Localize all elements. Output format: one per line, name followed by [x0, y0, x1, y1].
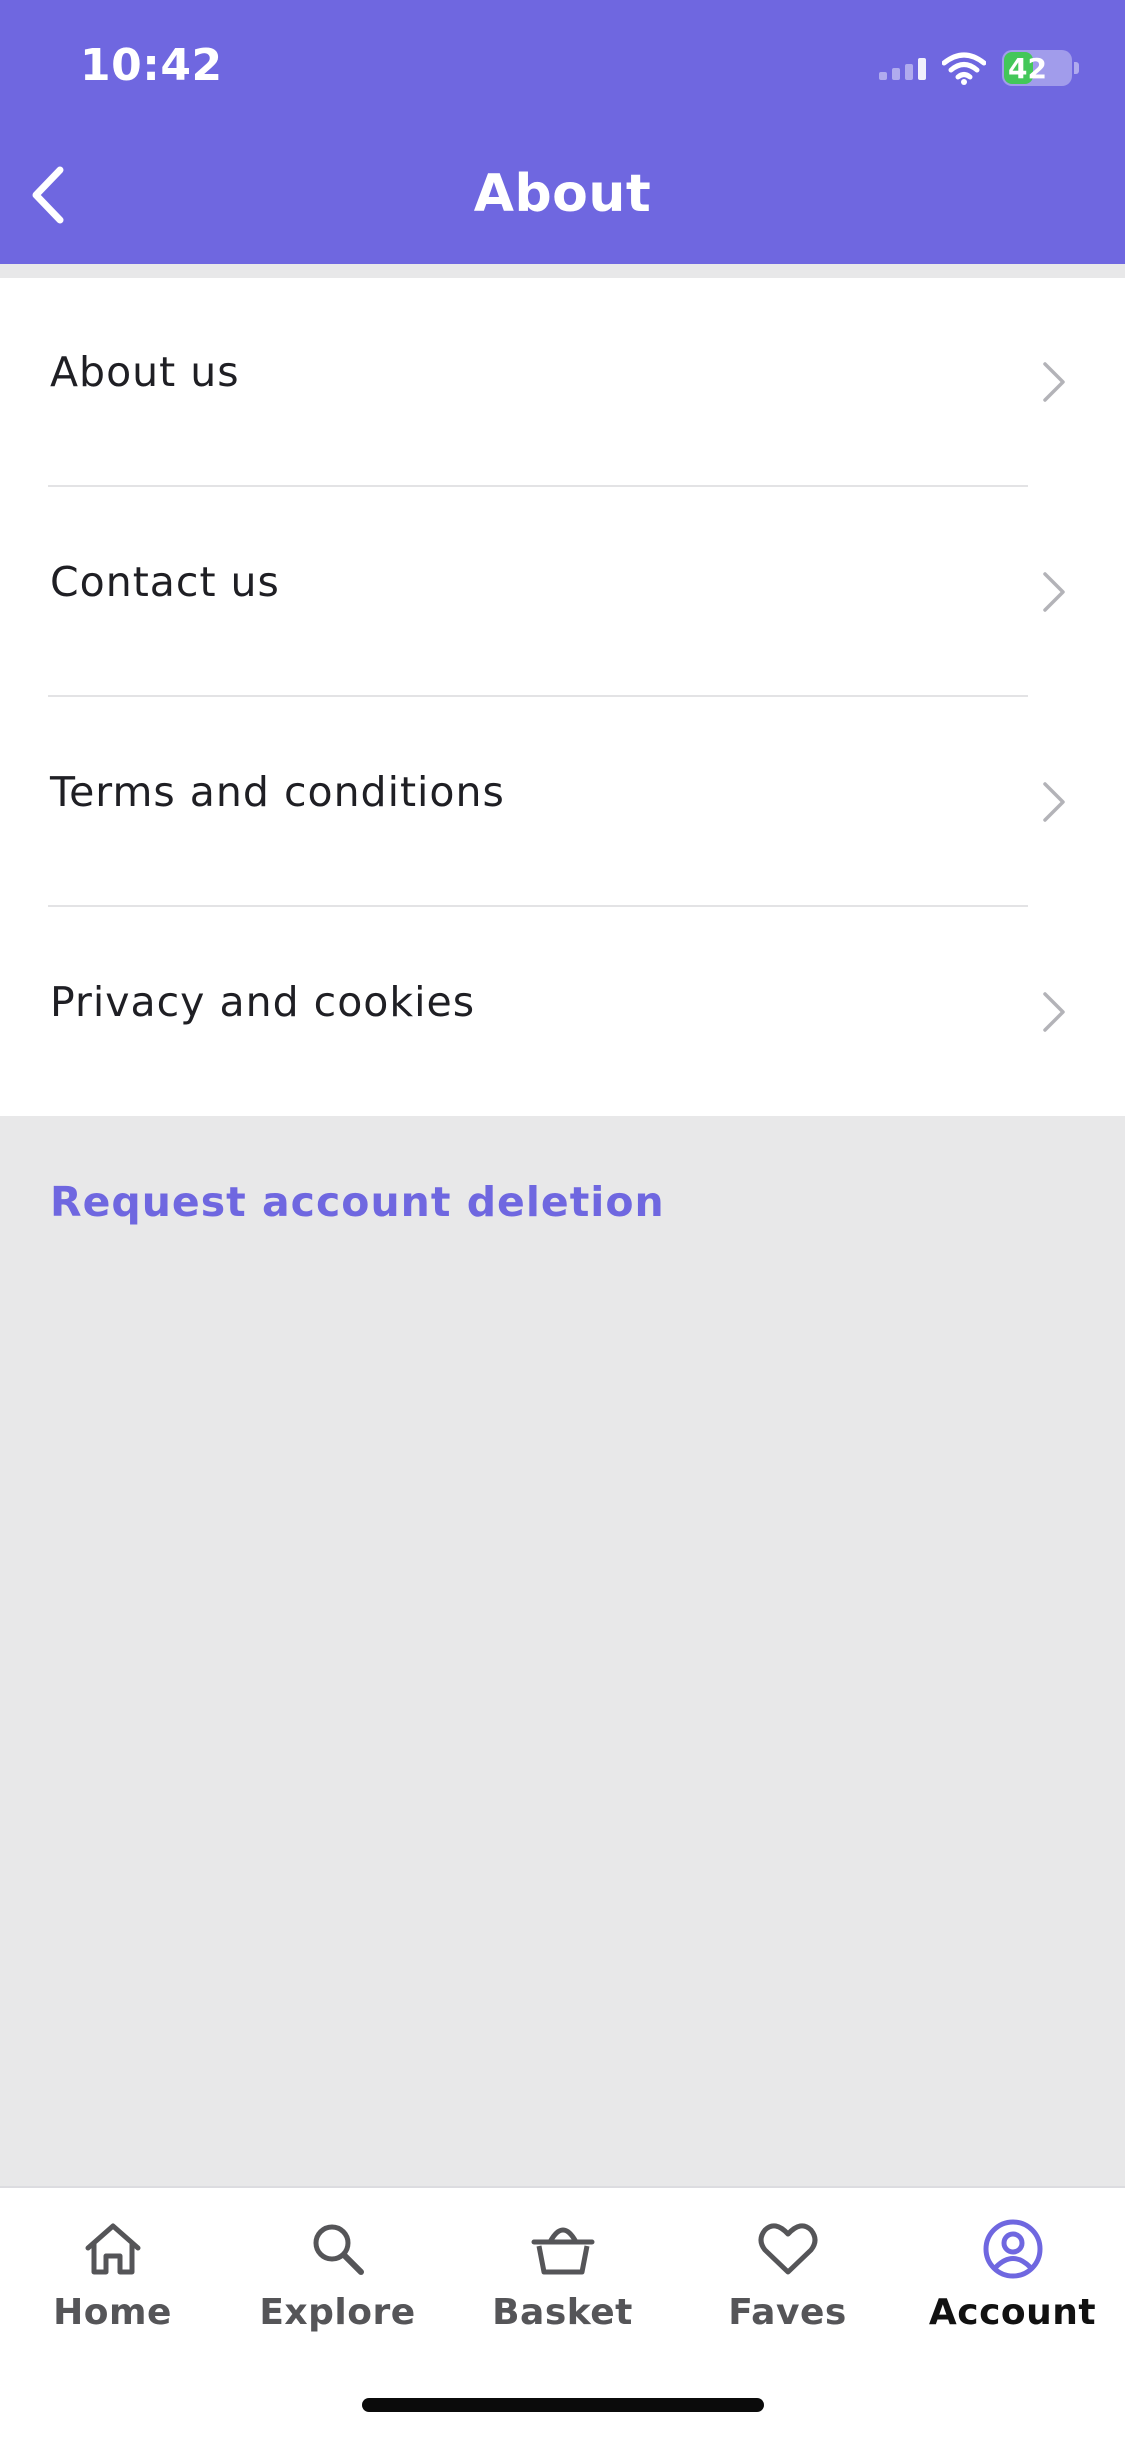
- account-icon: [983, 2219, 1042, 2279]
- page-title: About: [473, 164, 652, 224]
- tab-label: Account: [928, 2292, 1097, 2333]
- search-icon: [313, 2224, 364, 2275]
- tab-basket[interactable]: Basket: [450, 2214, 675, 2333]
- basket-icon: [531, 2227, 594, 2275]
- chevron-right-icon: [1043, 572, 1065, 612]
- tab-account[interactable]: Account: [900, 2214, 1125, 2333]
- tab-label: Home: [53, 2292, 172, 2333]
- battery-nub: [1074, 62, 1079, 74]
- status-icons: 42: [879, 46, 1079, 90]
- tab-label: Basket: [492, 2292, 633, 2333]
- chevron-right-icon: [1043, 992, 1065, 1032]
- cellular-signal-icon: [879, 56, 926, 80]
- tab-home[interactable]: Home: [0, 2214, 225, 2333]
- menu-item-contact-us[interactable]: Contact us: [0, 488, 1125, 698]
- menu-item-label: Privacy and cookies: [50, 978, 476, 1026]
- status-time: 10:42: [80, 40, 223, 91]
- menu-item-label: About us: [50, 348, 240, 396]
- heart-icon: [758, 2223, 817, 2275]
- tab-label: Faves: [728, 2292, 847, 2333]
- divider: [48, 905, 1028, 907]
- chevron-right-icon: [1043, 782, 1065, 822]
- menu-item-label: Terms and conditions: [50, 768, 505, 816]
- about-menu-list: About us Contact us Terms and conditions…: [0, 278, 1125, 1116]
- request-account-deletion-link[interactable]: Request account deletion: [50, 1178, 665, 1226]
- chevron-right-icon: [1043, 362, 1065, 402]
- menu-item-about-us[interactable]: About us: [0, 278, 1125, 488]
- battery-level: 42: [1008, 51, 1047, 85]
- wifi-icon: [942, 52, 986, 85]
- divider: [48, 695, 1028, 697]
- tab-explore[interactable]: Explore: [225, 2214, 450, 2333]
- menu-item-terms[interactable]: Terms and conditions: [0, 698, 1125, 908]
- menu-item-privacy[interactable]: Privacy and cookies: [0, 908, 1125, 1118]
- tab-faves[interactable]: Faves: [675, 2214, 900, 2333]
- divider: [48, 485, 1028, 487]
- home-icon: [85, 2223, 140, 2275]
- tab-label: Explore: [259, 2292, 416, 2333]
- menu-item-label: Contact us: [50, 558, 280, 606]
- home-indicator: [362, 2398, 764, 2412]
- app-header: 10:42 42 About: [0, 0, 1125, 264]
- battery-icon: 42: [1002, 50, 1072, 86]
